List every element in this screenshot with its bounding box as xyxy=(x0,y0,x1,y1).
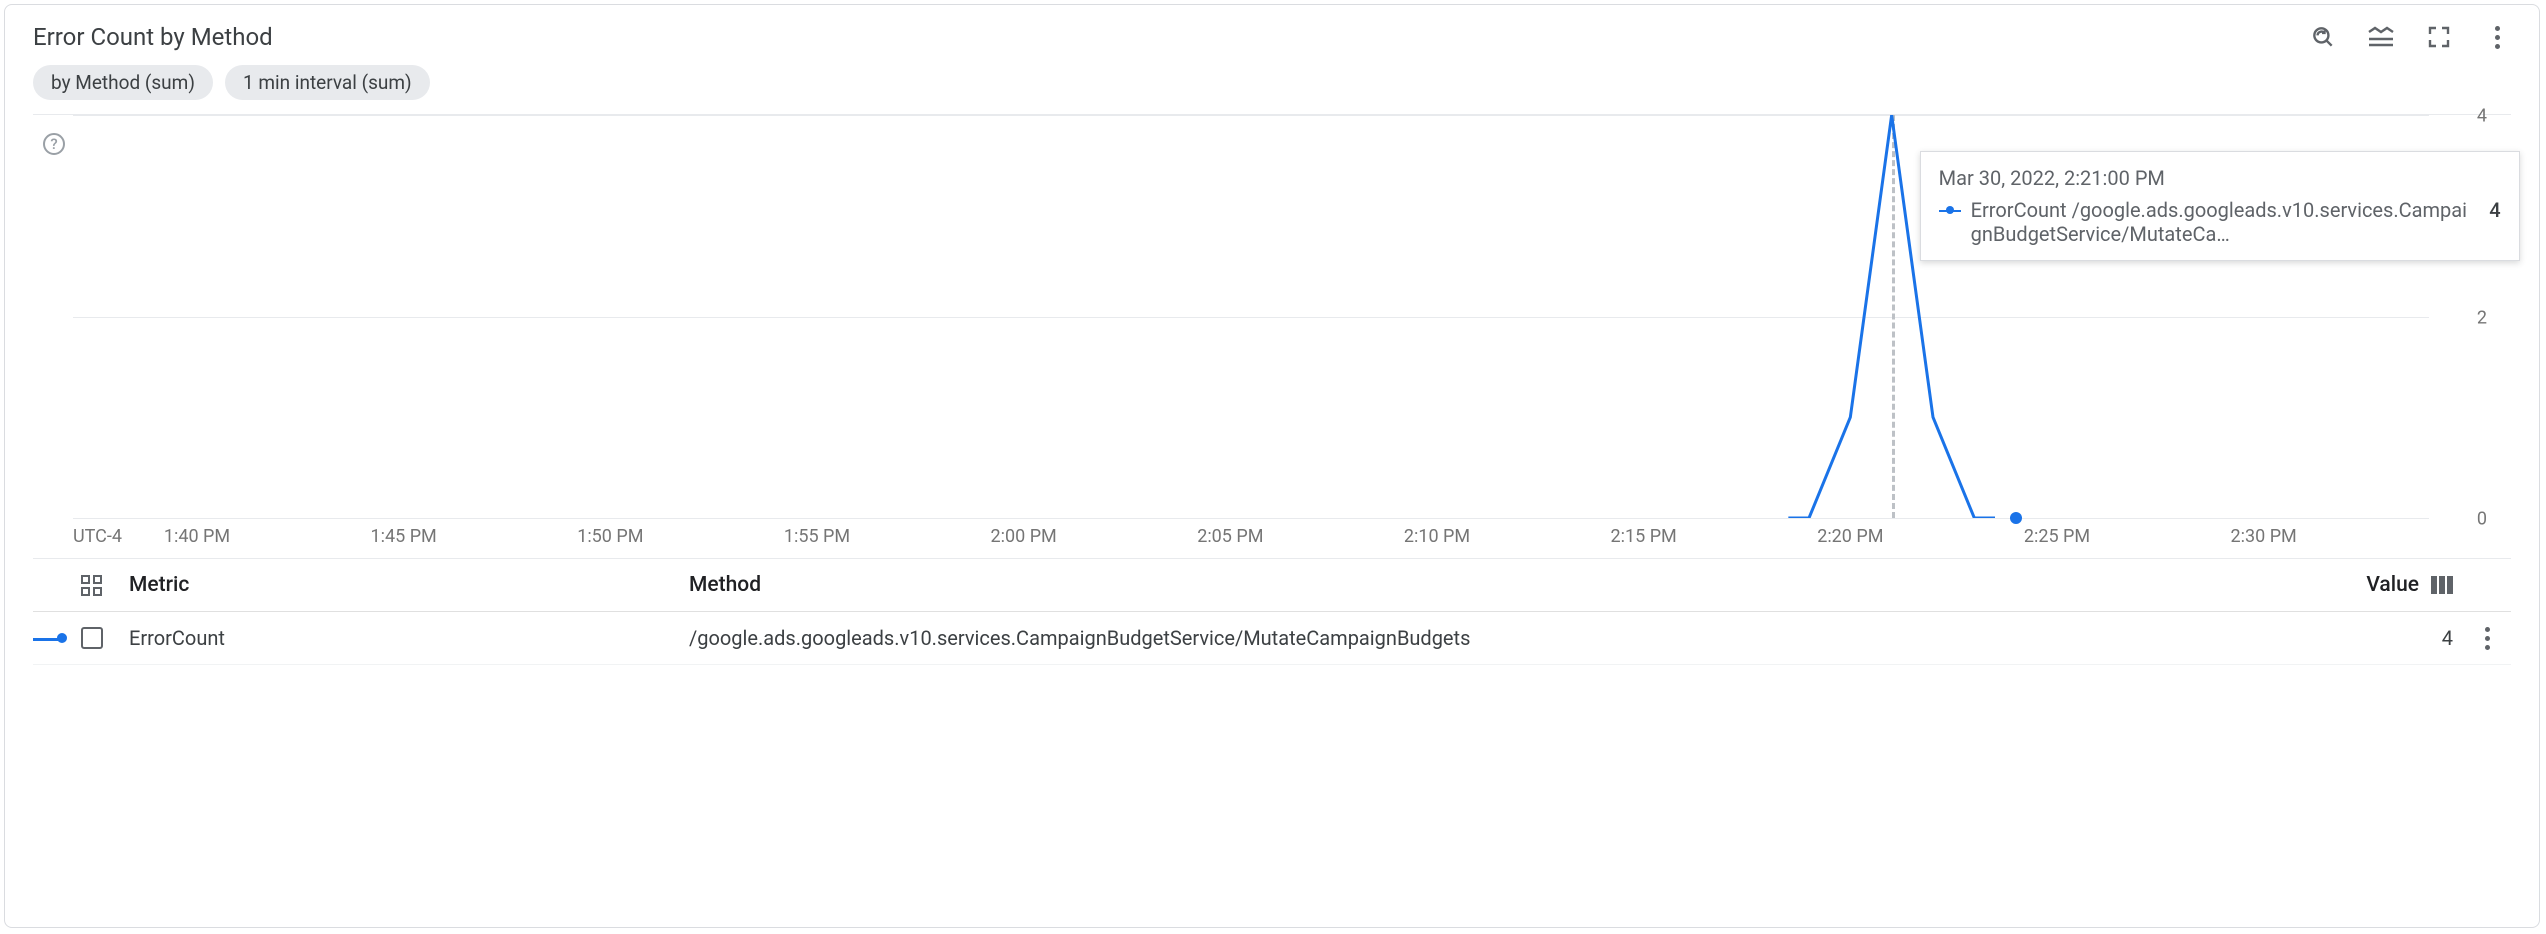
chart-help-icon[interactable]: ? xyxy=(43,133,65,155)
card-title: Error Count by Method xyxy=(33,23,273,51)
fullscreen-icon[interactable] xyxy=(2425,23,2453,51)
x-tick: 2:30 PM xyxy=(2231,526,2297,547)
chip-row: by Method (sum) 1 min interval (sum) xyxy=(5,51,2539,114)
x-tick: 1:40 PM xyxy=(164,526,230,547)
col-header-value[interactable]: Value xyxy=(2366,573,2419,597)
cell-metric: ErrorCount xyxy=(129,626,689,650)
group-selector-icon[interactable] xyxy=(81,575,129,596)
col-header-metric[interactable]: Metric xyxy=(129,573,689,597)
col-header-method[interactable]: Method xyxy=(689,573,2323,597)
legend-row[interactable]: ErrorCount /google.ads.googleads.v10.ser… xyxy=(33,612,2511,665)
columns-icon[interactable] xyxy=(2431,576,2453,594)
card-header: Error Count by Method xyxy=(5,5,2539,51)
series-checkbox[interactable] xyxy=(81,627,103,649)
more-options-icon[interactable] xyxy=(2483,23,2511,51)
legend-table: Metric Method Value ErrorCount /google.a… xyxy=(33,559,2511,665)
x-tick: 2:00 PM xyxy=(991,526,1057,547)
legend-header-row: Metric Method Value xyxy=(33,559,2511,612)
timezone-label: UTC-4 xyxy=(73,526,122,547)
x-tick: 2:10 PM xyxy=(1404,526,1470,547)
row-more-icon[interactable] xyxy=(2463,627,2511,650)
x-tick: 1:55 PM xyxy=(784,526,850,547)
tooltip-value: 4 xyxy=(2489,198,2500,222)
metric-card: Error Count by Method xyxy=(4,4,2540,928)
tooltip-timestamp: Mar 30, 2022, 2:21:00 PM xyxy=(1939,166,2501,190)
x-tick: 2:20 PM xyxy=(1817,526,1883,547)
x-axis: UTC-4 1:40 PM 1:45 PM 1:50 PM 1:55 PM 2:… xyxy=(73,518,2429,558)
chip-interval[interactable]: 1 min interval (sum) xyxy=(225,65,430,100)
card-toolbar xyxy=(2309,23,2511,51)
y-tick-2: 2 xyxy=(2477,307,2487,328)
cell-method: /google.ads.googleads.v10.services.Campa… xyxy=(689,626,2323,650)
series-swatch xyxy=(33,631,63,645)
y-tick-4: 4 xyxy=(2477,106,2487,127)
reset-zoom-icon[interactable] xyxy=(2309,23,2337,51)
x-tick: 2:15 PM xyxy=(1611,526,1677,547)
chip-group-by[interactable]: by Method (sum) xyxy=(33,65,213,100)
legend-toggle-icon[interactable] xyxy=(2367,23,2395,51)
x-tick: 1:45 PM xyxy=(371,526,437,547)
x-tick: 2:05 PM xyxy=(1197,526,1263,547)
cell-value: 4 xyxy=(2323,626,2463,650)
chart-area[interactable]: ? 4 2 0 Mar 30, 2022, 2:21:00 PM ErrorCo… xyxy=(33,114,2511,559)
x-tick: 2:25 PM xyxy=(2024,526,2090,547)
tooltip-series-swatch xyxy=(1939,203,1961,217)
y-tick-0: 0 xyxy=(2477,509,2487,530)
x-tick: 1:50 PM xyxy=(577,526,643,547)
hover-tooltip: Mar 30, 2022, 2:21:00 PM ErrorCount /goo… xyxy=(1920,151,2520,261)
chart-plot[interactable]: 4 2 0 Mar 30, 2022, 2:21:00 PM ErrorCoun… xyxy=(73,115,2429,518)
tooltip-series-label: ErrorCount /google.ads.googleads.v10.ser… xyxy=(1971,198,2468,246)
